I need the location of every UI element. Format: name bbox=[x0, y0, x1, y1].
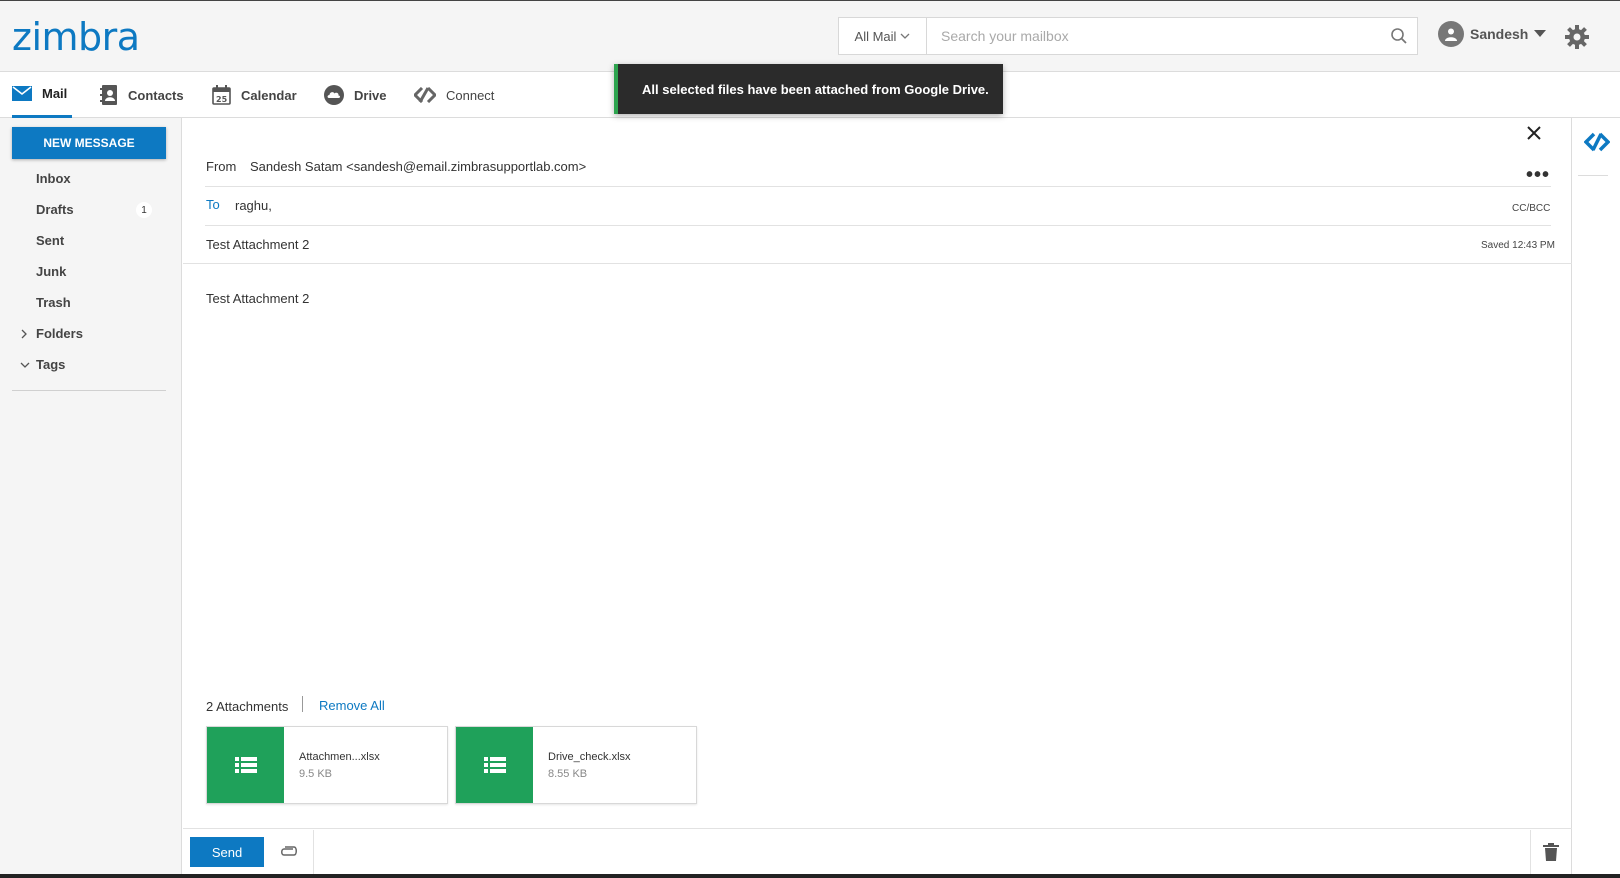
tab-contacts[interactable]: Contacts bbox=[100, 72, 184, 118]
sidebar-item-drafts[interactable]: Drafts bbox=[36, 202, 74, 217]
tab-label: Connect bbox=[446, 87, 495, 103]
mail-icon bbox=[12, 86, 32, 101]
close-icon[interactable] bbox=[1527, 126, 1541, 145]
divider bbox=[1578, 175, 1608, 176]
toast-notification: All selected files have been attached fr… bbox=[614, 64, 1003, 114]
divider bbox=[183, 263, 1572, 264]
sidebar-item-trash[interactable]: Trash bbox=[36, 295, 71, 310]
spreadsheet-icon bbox=[456, 727, 533, 803]
attachment-card[interactable]: Attachmen...xlsx 9.5 KB bbox=[206, 726, 448, 804]
new-message-button[interactable]: NEW MESSAGE bbox=[12, 127, 166, 159]
divider bbox=[302, 696, 303, 712]
svg-text:25: 25 bbox=[216, 95, 228, 104]
tab-label: Contacts bbox=[128, 87, 184, 103]
toast-message: All selected files have been attached fr… bbox=[642, 81, 989, 97]
tab-calendar[interactable]: 25 Calendar bbox=[212, 72, 297, 118]
from-value[interactable]: Sandesh Satam <sandesh@email.zimbrasuppo… bbox=[250, 159, 586, 174]
send-button[interactable]: Send bbox=[190, 837, 264, 867]
user-name: Sandesh bbox=[1470, 26, 1529, 42]
gear-icon[interactable] bbox=[1565, 25, 1589, 54]
calendar-icon: 25 bbox=[212, 85, 231, 105]
sidebar-item-sent[interactable]: Sent bbox=[36, 233, 64, 248]
zimbra-logo[interactable]: zimbra bbox=[12, 15, 140, 59]
search-bar: All Mail bbox=[838, 17, 1418, 55]
drafts-count-badge: 1 bbox=[136, 202, 152, 218]
divider bbox=[205, 225, 1551, 226]
attachment-name: Drive_check.xlsx bbox=[548, 751, 631, 763]
tab-label: Calendar bbox=[241, 87, 297, 103]
cc-bcc-toggle[interactable]: CC/BCC bbox=[1512, 203, 1550, 214]
to-field[interactable]: raghu, bbox=[235, 198, 272, 213]
search-scope-label: All Mail bbox=[854, 28, 897, 44]
zimbra-connect-icon[interactable] bbox=[1583, 132, 1611, 157]
divider bbox=[1530, 830, 1531, 878]
trash-icon[interactable] bbox=[1543, 843, 1559, 866]
more-options-icon[interactable]: ••• bbox=[1526, 164, 1550, 187]
saved-status: Saved 12:43 PM bbox=[1481, 240, 1555, 251]
chevron-right-icon[interactable] bbox=[20, 329, 28, 339]
contacts-icon bbox=[100, 85, 117, 105]
connect-icon bbox=[414, 87, 436, 103]
from-label: From bbox=[206, 159, 237, 174]
user-menu[interactable]: Sandesh bbox=[1438, 21, 1547, 47]
sidebar-item-folders[interactable]: Folders bbox=[36, 326, 83, 341]
tab-drive[interactable]: Drive bbox=[324, 72, 387, 118]
sidebar-item-junk[interactable]: Junk bbox=[36, 264, 66, 279]
tab-label: Drive bbox=[354, 87, 387, 103]
attachments-count: 2 Attachments bbox=[206, 699, 289, 714]
window-bottom-edge bbox=[0, 874, 1620, 878]
to-label[interactable]: To bbox=[206, 197, 220, 212]
sidebar-item-inbox[interactable]: Inbox bbox=[36, 171, 71, 186]
cloud-icon bbox=[324, 85, 344, 105]
attachment-size: 8.55 KB bbox=[548, 768, 588, 780]
tab-mail[interactable]: Mail bbox=[12, 72, 72, 118]
right-rail bbox=[1572, 118, 1620, 878]
divider bbox=[313, 830, 314, 878]
attachment-size: 9.5 KB bbox=[299, 768, 333, 780]
search-input[interactable] bbox=[927, 18, 1381, 54]
paperclip-icon[interactable] bbox=[279, 845, 299, 863]
message-body[interactable]: Test Attachment 2 bbox=[206, 291, 309, 306]
attachment-card[interactable]: Drive_check.xlsx 8.55 KB bbox=[455, 726, 697, 804]
caret-down-icon bbox=[1534, 30, 1547, 37]
mail-sidebar: NEW MESSAGE Inbox Drafts 1 Sent Junk Tra… bbox=[0, 118, 182, 878]
search-icon[interactable] bbox=[1381, 18, 1417, 54]
search-scope-dropdown[interactable]: All Mail bbox=[839, 18, 927, 54]
remove-all-link[interactable]: Remove All bbox=[319, 698, 385, 713]
tab-label: Mail bbox=[42, 86, 68, 101]
divider bbox=[183, 828, 1572, 829]
sidebar-divider bbox=[12, 390, 166, 391]
spreadsheet-icon bbox=[207, 727, 284, 803]
compose-panel: From Sandesh Satam <sandesh@email.zimbra… bbox=[183, 118, 1572, 878]
app-header: zimbra All Mail Sandesh bbox=[0, 0, 1620, 72]
avatar-icon bbox=[1438, 21, 1464, 47]
subject-field[interactable]: Test Attachment 2 bbox=[206, 237, 309, 252]
sidebar-item-tags[interactable]: Tags bbox=[36, 357, 65, 372]
attachment-name: Attachmen...xlsx bbox=[299, 751, 380, 763]
chevron-down-icon[interactable] bbox=[20, 361, 30, 369]
divider bbox=[205, 186, 1551, 187]
tab-connect[interactable]: Connect bbox=[414, 72, 494, 118]
chevron-down-icon bbox=[900, 33, 910, 39]
